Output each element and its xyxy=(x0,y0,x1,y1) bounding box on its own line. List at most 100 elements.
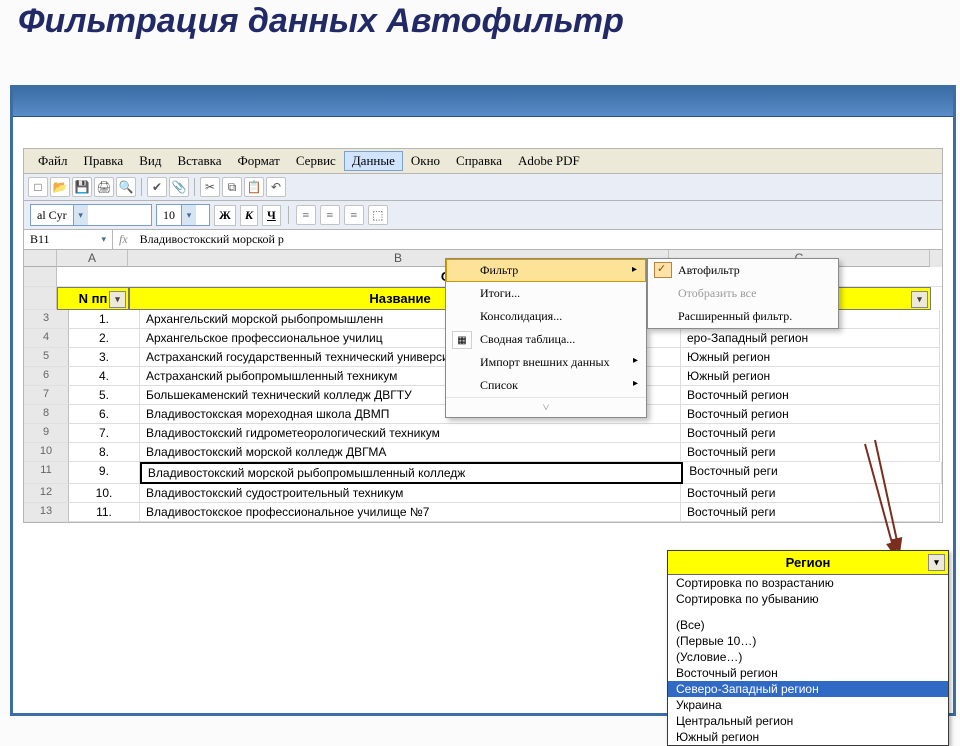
merge-icon[interactable]: ⬚ xyxy=(368,205,388,225)
fx-icon[interactable]: fx xyxy=(113,232,134,247)
submenu-autofilter[interactable]: Автофильтр xyxy=(648,259,838,282)
submenu-advanced-filter[interactable]: Расширенный фильтр. xyxy=(648,305,838,328)
row-header[interactable]: 4 xyxy=(24,329,69,348)
formula-value[interactable]: Владивостокский морской р xyxy=(134,230,942,249)
menu-help[interactable]: Справка xyxy=(448,151,510,171)
cell-npp[interactable]: 10. xyxy=(69,484,140,503)
menu-file[interactable]: Файл xyxy=(30,151,76,171)
cell-npp[interactable]: 6. xyxy=(69,405,140,424)
filter-option[interactable]: Украина xyxy=(668,697,948,713)
menu-format[interactable]: Формат xyxy=(230,151,288,171)
filter-dropdown-icon[interactable] xyxy=(109,291,126,308)
dropdown-icon[interactable]: ▾ xyxy=(101,234,106,245)
cell-region[interactable]: Восточный регион xyxy=(681,405,940,424)
filter-header-npp[interactable]: N пп xyxy=(57,287,129,310)
print-icon[interactable]: 🖨 xyxy=(94,177,114,197)
data-menu-dropdown[interactable]: Фильтр Итоги... Консолидация... ▦Сводная… xyxy=(445,258,647,418)
table-row[interactable]: 1210.Владивостокский судостроительный те… xyxy=(24,484,942,503)
underline-button[interactable]: Ч xyxy=(262,205,281,226)
open-icon[interactable]: 📂 xyxy=(50,177,70,197)
save-icon[interactable]: 💾 xyxy=(72,177,92,197)
menu-adobe-pdf[interactable]: Adobe PDF xyxy=(510,151,588,171)
filter-option[interactable]: Южный регион xyxy=(668,729,948,745)
dropdown-icon[interactable] xyxy=(73,205,88,225)
spellcheck-icon[interactable]: ✔ xyxy=(147,177,167,197)
row-header[interactable]: 6 xyxy=(24,367,69,386)
paste-icon[interactable]: 📋 xyxy=(244,177,264,197)
expand-menu-icon[interactable]: ˅ xyxy=(446,397,646,417)
preview-icon[interactable]: 🔍 xyxy=(116,177,136,197)
filter-option[interactable]: (Условие…) xyxy=(668,649,948,665)
filter-submenu[interactable]: Автофильтр Отобразить все Расширенный фи… xyxy=(647,258,839,329)
font-name-combo[interactable]: al Cyr xyxy=(30,204,152,226)
menu-item-filter[interactable]: Фильтр xyxy=(446,259,646,282)
cell-npp[interactable]: 7. xyxy=(69,424,140,443)
cell-region[interactable]: еро-Западный регион xyxy=(681,329,940,348)
filter-option[interactable]: Восточный регион xyxy=(668,665,948,681)
cell-npp[interactable]: 3. xyxy=(69,348,140,367)
align-right-icon[interactable]: ≡ xyxy=(344,205,364,225)
cell-region[interactable]: Восточный регион xyxy=(681,386,940,405)
cell-npp[interactable]: 2. xyxy=(69,329,140,348)
bold-button[interactable]: Ж xyxy=(214,205,236,226)
menu-item-subtotals[interactable]: Итоги... xyxy=(446,282,646,305)
cell-name[interactable]: Владивостокский морской колледж ДВГМА xyxy=(140,443,681,462)
menu-window[interactable]: Окно xyxy=(403,151,448,171)
menu-item-consolidate[interactable]: Консолидация... xyxy=(446,305,646,328)
cell-name[interactable]: Владивостокское профессиональное училище… xyxy=(140,503,681,522)
copy-icon[interactable]: ⧉ xyxy=(222,177,242,197)
row-header[interactable]: 3 xyxy=(24,310,69,329)
filter-dropdown-icon[interactable] xyxy=(911,291,928,308)
select-all-corner[interactable] xyxy=(24,250,57,267)
row-header[interactable]: 12 xyxy=(24,484,69,503)
cell-name[interactable]: Владивостокский судостроительный технику… xyxy=(140,484,681,503)
cell-npp[interactable]: 1. xyxy=(69,310,140,329)
cell-region[interactable]: Южный регион xyxy=(681,348,940,367)
table-row[interactable]: 1311.Владивостокское профессиональное уч… xyxy=(24,503,942,522)
menu-item-list[interactable]: Список xyxy=(446,374,646,397)
cell-name[interactable]: Владивостокский морской рыбопромышленный… xyxy=(140,462,683,484)
align-left-icon[interactable]: ≡ xyxy=(296,205,316,225)
filter-dropdown-icon[interactable] xyxy=(928,554,945,571)
filter-option[interactable]: (Первые 10…) xyxy=(668,633,948,649)
cell-npp[interactable]: 4. xyxy=(69,367,140,386)
align-center-icon[interactable]: ≡ xyxy=(320,205,340,225)
research-icon[interactable]: 📎 xyxy=(169,177,189,197)
menubar[interactable]: Файл Правка Вид Вставка Формат Сервис Да… xyxy=(23,148,943,174)
name-box[interactable]: B11 ▾ xyxy=(24,230,113,249)
row-header[interactable]: 5 xyxy=(24,348,69,367)
filter-option[interactable]: Сортировка по убыванию xyxy=(668,591,948,607)
filter-option[interactable]: (Все) xyxy=(668,617,948,633)
cell-npp[interactable]: 11. xyxy=(69,503,140,522)
italic-button[interactable]: К xyxy=(240,205,258,226)
cell-npp[interactable]: 5. xyxy=(69,386,140,405)
row-header[interactable]: 11 xyxy=(24,462,69,484)
row-header[interactable]: 10 xyxy=(24,443,69,462)
table-row[interactable]: 119.Владивостокский морской рыбопромышле… xyxy=(24,462,942,484)
filter-option[interactable]: Северо-Западный регион xyxy=(668,681,948,697)
cell-npp[interactable]: 8. xyxy=(69,443,140,462)
autofilter-popup[interactable]: Регион Сортировка по возрастаниюСортиров… xyxy=(667,550,949,746)
row-header[interactable]: 13 xyxy=(24,503,69,522)
table-row[interactable]: 97.Владивостокский гидрометеорологически… xyxy=(24,424,942,443)
row-header[interactable]: 9 xyxy=(24,424,69,443)
filter-option[interactable]: Сортировка по возрастанию xyxy=(668,575,948,591)
cell-region[interactable]: Южный регион xyxy=(681,367,940,386)
cell-name[interactable]: Владивостокский гидрометеорологический т… xyxy=(140,424,681,443)
menu-tools[interactable]: Сервис xyxy=(288,151,344,171)
table-row[interactable]: 108.Владивостокский морской колледж ДВГМ… xyxy=(24,443,942,462)
menu-insert[interactable]: Вставка xyxy=(169,151,229,171)
dropdown-icon[interactable] xyxy=(181,205,196,225)
col-A[interactable]: A xyxy=(57,250,128,267)
menu-edit[interactable]: Правка xyxy=(76,151,132,171)
menu-item-pivot[interactable]: ▦Сводная таблица... xyxy=(446,328,646,351)
cell-npp[interactable]: 9. xyxy=(69,462,140,484)
row-header[interactable]: 8 xyxy=(24,405,69,424)
font-size-combo[interactable]: 10 xyxy=(156,204,210,226)
new-icon[interactable]: □ xyxy=(28,177,48,197)
undo-icon[interactable]: ↶ xyxy=(266,177,286,197)
filter-option[interactable]: Центральный регион xyxy=(668,713,948,729)
menu-view[interactable]: Вид xyxy=(131,151,169,171)
cut-icon[interactable]: ✂ xyxy=(200,177,220,197)
menu-item-import[interactable]: Импорт внешних данных xyxy=(446,351,646,374)
